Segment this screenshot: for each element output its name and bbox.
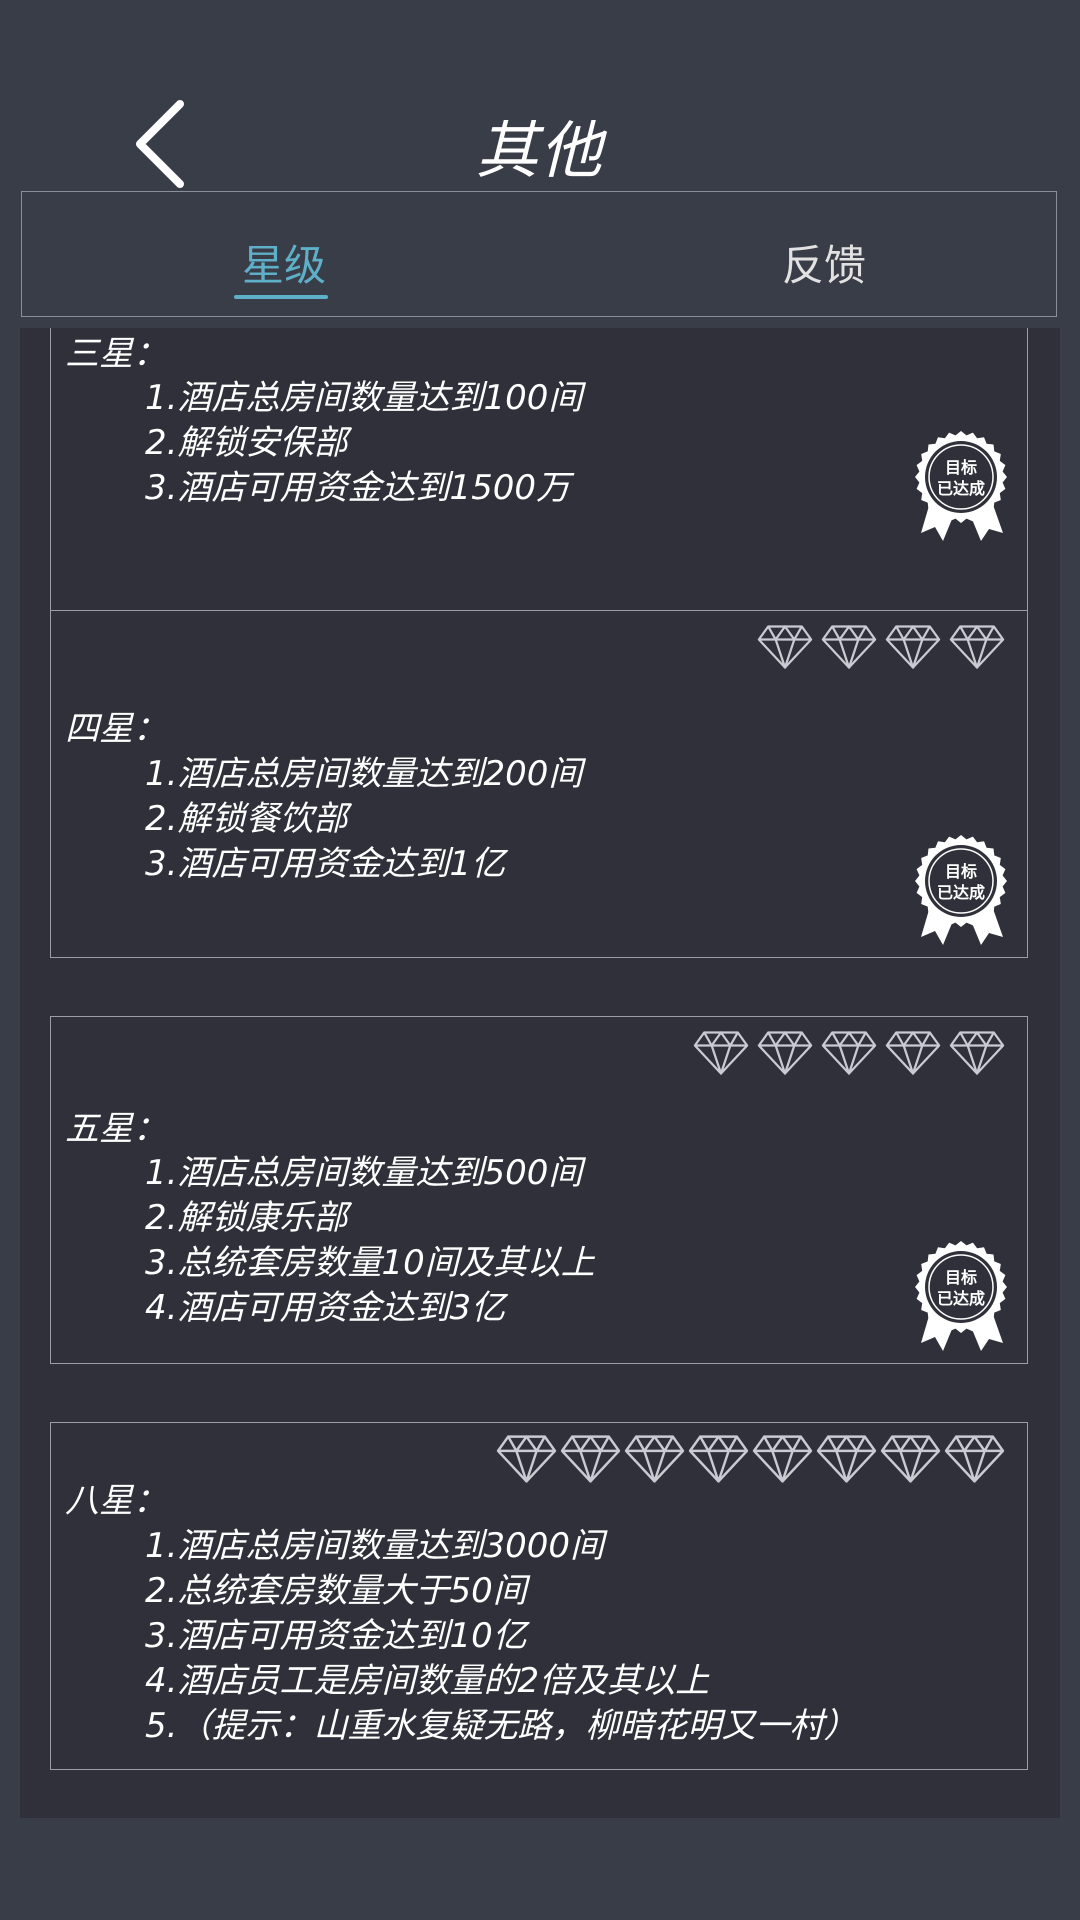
tab-star-level[interactable]: 星级 [242, 232, 326, 293]
diamond-icon [757, 623, 813, 671]
card-title: 五星： [65, 1109, 167, 1149]
requirement-item: 1.酒店总房间数量达到100间 [145, 378, 583, 418]
diamond-icon [688, 1427, 749, 1491]
requirement-item: 5.（提示：山重水复疑无路，柳暗花明又一村） [145, 1706, 858, 1746]
star-rating-diamonds [693, 1029, 1005, 1077]
star-level-page: 其他 星级 反馈 三星： 1.酒店总房间数量达到100间 2.解锁安保部 3.酒… [0, 0, 1080, 1920]
star-card-four: 四星： 1.酒店总房间数量达到200间 2.解锁餐饮部 3.酒店可用资金达到1亿… [50, 610, 1028, 958]
diamond-icon [821, 1029, 877, 1077]
card-title: 八星： [65, 1481, 167, 1521]
diamond-icon [496, 1427, 557, 1491]
goal-achieved-badge: 目标 已达成 [913, 429, 1009, 545]
svg-text:目标: 目标 [945, 458, 977, 477]
svg-text:已达成: 已达成 [937, 883, 985, 902]
requirement-item: 2.解锁康乐部 [145, 1198, 348, 1238]
requirement-item: 1.酒店总房间数量达到3000间 [145, 1526, 604, 1566]
diamond-icon [821, 623, 877, 671]
diamond-icon [816, 1427, 877, 1491]
requirement-item: 1.酒店总房间数量达到500间 [145, 1153, 583, 1193]
diamond-icon [560, 1427, 621, 1491]
svg-text:已达成: 已达成 [937, 479, 985, 498]
requirement-item: 1.酒店总房间数量达到200间 [145, 754, 583, 794]
star-requirements-list[interactable]: 三星： 1.酒店总房间数量达到100间 2.解锁安保部 3.酒店可用资金达到15… [20, 328, 1060, 1818]
tab-feedback[interactable]: 反馈 [782, 232, 866, 293]
svg-text:已达成: 已达成 [937, 1289, 985, 1308]
diamond-icon [949, 1029, 1005, 1077]
svg-text:目标: 目标 [945, 862, 977, 881]
card-title: 四星： [65, 709, 167, 749]
requirement-item: 3.酒店可用资金达到1亿 [145, 844, 506, 884]
requirement-item: 4.酒店可用资金达到3亿 [145, 1288, 506, 1328]
requirement-item: 2.解锁餐饮部 [145, 799, 348, 839]
diamond-icon [880, 1427, 941, 1491]
bottom-area [0, 1818, 1080, 1920]
requirement-item: 3.酒店可用资金达到1500万 [145, 468, 570, 508]
diamond-icon [624, 1427, 685, 1491]
diamond-icon [885, 1029, 941, 1077]
requirement-item: 3.总统套房数量10间及其以上 [145, 1243, 595, 1283]
requirement-item: 2.总统套房数量大于50间 [145, 1571, 527, 1611]
requirement-item: 3.酒店可用资金达到10亿 [145, 1616, 527, 1656]
goal-achieved-badge: 目标 已达成 [913, 1239, 1009, 1355]
diamond-icon [693, 1029, 749, 1077]
requirement-item: 2.解锁安保部 [145, 423, 348, 463]
star-card-five: 五星： 1.酒店总房间数量达到500间 2.解锁康乐部 3.总统套房数量10间及… [50, 1016, 1028, 1364]
diamond-icon [752, 1427, 813, 1491]
star-rating-diamonds [496, 1427, 1005, 1491]
diamond-icon [944, 1427, 1005, 1491]
diamond-icon [757, 1029, 813, 1077]
diamond-icon [949, 623, 1005, 671]
tab-bar: 星级 反馈 [21, 191, 1057, 317]
star-card-eight: 八星： 1.酒店总房间数量达到3000间 2.总统套房数量大于50间 3.酒店可… [50, 1422, 1028, 1770]
diamond-icon [885, 623, 941, 671]
star-rating-diamonds [757, 623, 1005, 671]
active-tab-indicator [234, 295, 328, 299]
goal-achieved-badge: 目标 已达成 [913, 833, 1009, 949]
card-title: 三星： [65, 334, 167, 374]
page-title: 其他 [475, 114, 604, 187]
svg-text:目标: 目标 [945, 1268, 977, 1287]
requirement-item: 4.酒店员工是房间数量的2倍及其以上 [145, 1661, 710, 1701]
